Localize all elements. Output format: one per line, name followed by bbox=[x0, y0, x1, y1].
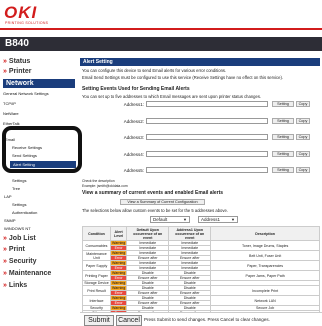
sidebar-item-printer[interactable]: » Printer bbox=[3, 68, 31, 76]
sidebar-item-tcpip[interactable]: TCP/IP bbox=[3, 101, 16, 107]
sidebar-item-status[interactable]: » Status bbox=[3, 58, 30, 66]
sidebar-item-settings[interactable]: Settings bbox=[12, 178, 26, 184]
address1-select[interactable]: Address1 ▼ bbox=[198, 216, 238, 223]
address1-copy-button[interactable]: Copy bbox=[296, 101, 310, 107]
address2-setting-button[interactable]: Setting bbox=[272, 118, 294, 124]
footer-bar: Submit Cancel Press Submit to send chang… bbox=[80, 312, 322, 326]
sidebar-item-windows-nt[interactable]: WINDOWS NT bbox=[4, 226, 31, 232]
description-cell: Toner, Image Drums, Staples bbox=[210, 240, 320, 251]
default-select[interactable]: Default ▼ bbox=[150, 216, 190, 223]
condition-cell: Print Result bbox=[82, 285, 111, 296]
header-divider bbox=[0, 28, 322, 30]
address3-field[interactable] bbox=[146, 134, 268, 140]
sidebar: » Status » Printer Network General Network… bbox=[0, 51, 82, 326]
address4-label: Address4: bbox=[123, 152, 144, 157]
oki-logo: OKI bbox=[4, 3, 38, 22]
arrow-icon: » bbox=[3, 246, 7, 253]
address3-setting-button[interactable]: Setting bbox=[272, 134, 294, 140]
settings-subtext: You can set up to five addresses to whic… bbox=[82, 94, 262, 99]
arrow-icon: » bbox=[3, 270, 7, 277]
sidebar-item-security[interactable]: » Security bbox=[3, 258, 37, 266]
condition-cell: Maintenance Unit bbox=[82, 250, 111, 261]
highlight-circle bbox=[2, 126, 82, 173]
address1-setting-button[interactable]: Setting bbox=[272, 101, 294, 107]
address3-label: Address3: bbox=[123, 135, 144, 140]
intro-text: You can configure this device to send Em… bbox=[82, 68, 227, 73]
sidebar-item-network[interactable]: Network bbox=[3, 79, 75, 88]
events-table: Condition Alert Level Default Upon occur… bbox=[82, 226, 320, 316]
address5-label: Address5: bbox=[123, 168, 144, 173]
chevron-down-icon: ▼ bbox=[183, 217, 187, 222]
section-title: Alert Setting bbox=[80, 58, 320, 66]
model-name: B840 bbox=[5, 38, 29, 49]
address2-label: Address2: bbox=[123, 119, 144, 124]
description-cell: Belt Unit, Fuser Unit bbox=[210, 250, 320, 261]
condition-cell: Interface bbox=[82, 295, 111, 306]
header: OKI PRINTING SOLUTIONS bbox=[0, 0, 322, 28]
arrow-icon: » bbox=[3, 258, 7, 265]
sidebar-item-job-list[interactable]: » Job List bbox=[3, 235, 36, 243]
sidebar-item-lap[interactable]: LAP bbox=[4, 194, 12, 200]
col-default: Default Upon occurrence of an event bbox=[126, 226, 170, 241]
description-cell: Paper, Transparencies bbox=[210, 260, 320, 271]
logo-subtitle: PRINTING SOLUTIONS bbox=[5, 21, 49, 25]
arrow-icon: » bbox=[3, 58, 7, 65]
sidebar-item-tree[interactable]: Tree bbox=[12, 186, 20, 192]
col-alert-level: Alert Level bbox=[109, 226, 128, 241]
alert-level-cell: Warning bbox=[109, 250, 128, 256]
arrow-icon: » bbox=[3, 235, 7, 242]
description-cell: Network LAN bbox=[210, 295, 320, 306]
view-heading: View a summary of current events and ena… bbox=[82, 190, 224, 196]
select-note: The selections below allow custom events… bbox=[82, 208, 228, 213]
address3-copy-button[interactable]: Copy bbox=[296, 134, 310, 140]
alert-level-cell: Warning bbox=[109, 260, 128, 266]
col-condition: Condition bbox=[82, 226, 111, 241]
footer-note: Press Submit to send changes. Press Canc… bbox=[144, 317, 270, 322]
address1-label: Address1: bbox=[123, 102, 144, 107]
chevron-down-icon: ▼ bbox=[231, 217, 235, 222]
arrow-icon: » bbox=[3, 68, 7, 75]
alert-level-cell: Warning bbox=[109, 285, 128, 291]
col-address1: Address1 Upon occurrence of an event bbox=[168, 226, 212, 241]
view-summary-button[interactable]: View a Summary of Current Configuration bbox=[120, 199, 205, 205]
alert-level-cell: Warning bbox=[109, 280, 128, 286]
sidebar-item-links[interactable]: » Links bbox=[3, 282, 27, 290]
cancel-button[interactable]: Cancel bbox=[116, 315, 142, 326]
description-cell: Paper Jams, Paper Path bbox=[210, 270, 320, 281]
sidebar-item-print[interactable]: » Print bbox=[3, 246, 25, 254]
address4-copy-button[interactable]: Copy bbox=[296, 151, 310, 157]
condition-cell: Paper Supply bbox=[82, 260, 111, 271]
check-example: Example: jsmith@okidata.com bbox=[82, 184, 128, 188]
sidebar-item-maintenance[interactable]: » Maintenance bbox=[3, 270, 51, 278]
sidebar-item-settings-2[interactable]: Settings bbox=[12, 202, 26, 208]
alert-level-cell: Warning bbox=[109, 240, 128, 246]
sidebar-item-general-network[interactable]: General Network Settings bbox=[3, 91, 49, 97]
address2-field[interactable] bbox=[146, 118, 268, 124]
sidebar-item-netware[interactable]: NetWare bbox=[3, 111, 19, 117]
submit-button[interactable]: Submit bbox=[84, 315, 114, 326]
sidebar-item-snmp[interactable]: SNMP bbox=[4, 218, 16, 224]
address2-copy-button[interactable]: Copy bbox=[296, 118, 310, 124]
address1-field[interactable] bbox=[146, 101, 268, 107]
condition-cell: Consumables bbox=[82, 240, 111, 251]
condition-cell: Storage Device bbox=[82, 280, 111, 286]
intro-text-2: Email Send Settings must be configured t… bbox=[82, 75, 284, 80]
settings-subheading: Setting Events Used for Sending Email Al… bbox=[82, 86, 190, 92]
address4-setting-button[interactable]: Setting bbox=[272, 151, 294, 157]
sidebar-item-authentication[interactable]: Authentication bbox=[12, 210, 37, 216]
condition-cell: Printing Paper bbox=[82, 270, 111, 281]
alert-level-cell: Warning bbox=[109, 305, 128, 311]
arrow-icon: » bbox=[3, 282, 7, 289]
description-cell: Incomplete Print bbox=[210, 285, 320, 296]
alert-level-cell: Warning bbox=[109, 270, 128, 276]
address4-field[interactable] bbox=[146, 151, 268, 157]
address5-copy-button[interactable]: Copy bbox=[296, 167, 310, 173]
col-description: Description bbox=[210, 226, 320, 241]
main-panel: Alert Setting You can configure this dev… bbox=[80, 51, 322, 316]
address5-field[interactable] bbox=[146, 167, 268, 173]
model-titlebar: B840 bbox=[0, 37, 322, 51]
alert-level-cell: Warning bbox=[109, 295, 128, 301]
address5-setting-button[interactable]: Setting bbox=[272, 167, 294, 173]
